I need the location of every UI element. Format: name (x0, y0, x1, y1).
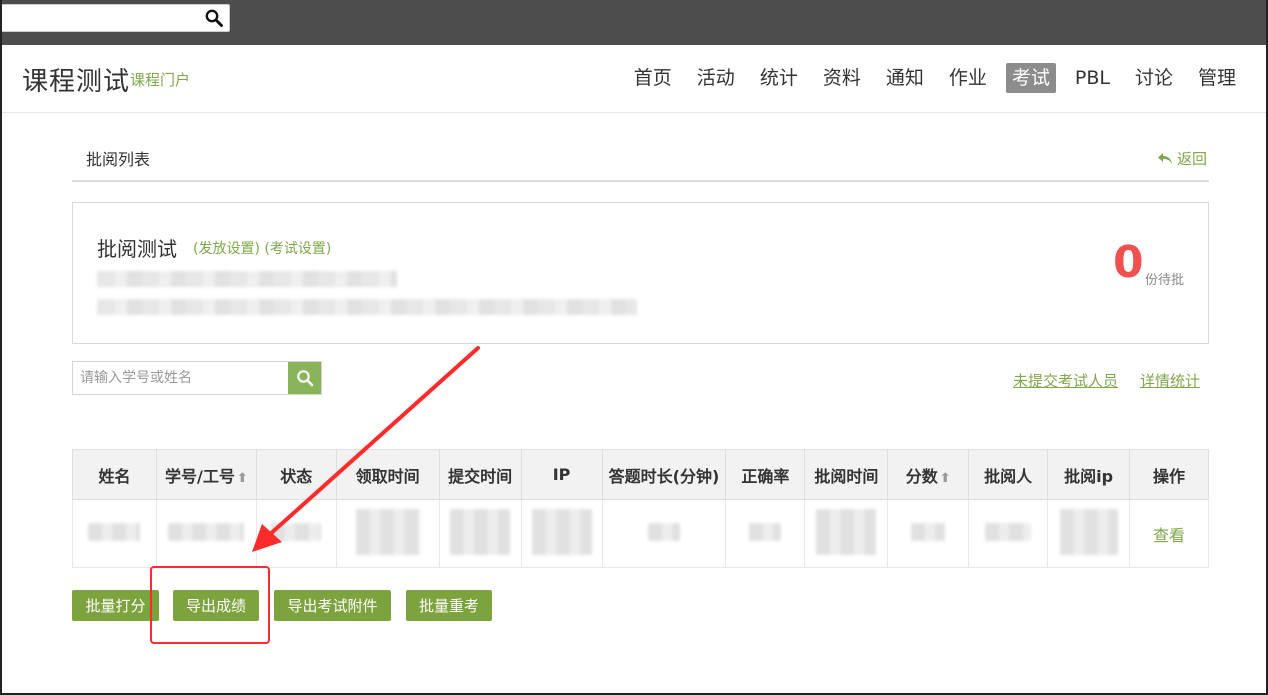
screenshot-frame (0, 0, 1268, 695)
